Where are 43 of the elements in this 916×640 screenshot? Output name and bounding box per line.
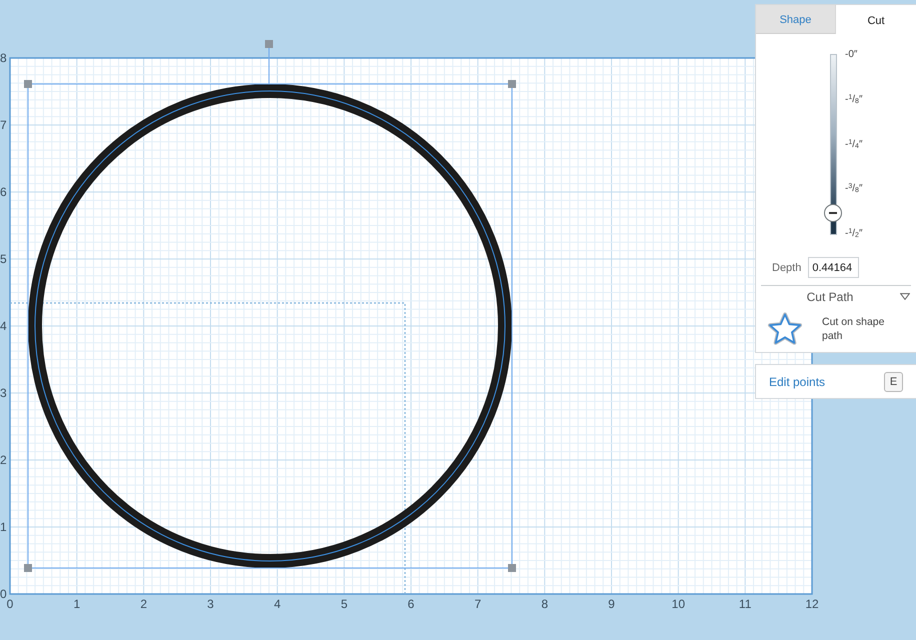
resize-handle[interactable] (508, 564, 516, 572)
star-icon (767, 312, 803, 346)
ruler-label: 5 (340, 597, 348, 611)
ruler-label: 0 (6, 597, 14, 611)
resize-handle[interactable] (24, 564, 32, 572)
ruler-label: 6 (408, 597, 414, 611)
depth-label: Depth (772, 262, 802, 274)
ruler-label: 3 (207, 597, 214, 611)
ruler-label: 7 (474, 597, 482, 611)
ruler-label: 7 (0, 118, 7, 132)
shortcut-key: E (884, 372, 903, 392)
resize-handle[interactable] (508, 80, 516, 88)
ruler-label: 1 (0, 520, 7, 534)
edit-points-link[interactable]: Edit points (769, 374, 826, 388)
cut-path-title: Cut Path (806, 290, 854, 306)
ruler-label: 5 (0, 252, 7, 266)
ruler-label: 4 (0, 319, 7, 333)
rotate-handle[interactable] (265, 40, 273, 84)
depth-scale-label: -$^{1}$/$_{4}$″ (845, 138, 862, 152)
ruler-label: 9 (608, 597, 615, 611)
resize-handle[interactable] (24, 80, 32, 88)
ruler-label: 8 (0, 51, 7, 65)
ruler-label: 1 (74, 597, 80, 611)
depth-scale-label: -$^{1}$/$_{2}$″ (845, 227, 862, 241)
slider-thumb[interactable] (824, 204, 842, 222)
ruler-label: 10 (672, 597, 686, 611)
depth-scale-label: -$^{1}$/$_{8}$″ (845, 92, 862, 107)
ruler-label: 6 (0, 185, 7, 199)
caret-down-icon[interactable] (900, 293, 910, 300)
depth-scale-label: -0″ (845, 48, 858, 62)
cut-path-option[interactable]: Cut on shape path (822, 315, 902, 343)
ruler-label: 3 (0, 386, 7, 400)
ruler-label: 0 (0, 587, 7, 601)
depth-input[interactable]: 0.44164 (808, 257, 860, 278)
ruler-label: 12 (805, 597, 819, 611)
depth-slider-track[interactable] (830, 54, 836, 235)
ruler-label: 11 (738, 597, 752, 611)
ruler-label: 2 (140, 597, 147, 611)
minus-icon (829, 212, 837, 214)
ruler-label: 4 (274, 597, 281, 611)
depth-scale-label: -$^{3}$/$_{8}$″ (845, 182, 862, 196)
ruler-label: 8 (541, 597, 548, 611)
ruler-label: 2 (0, 453, 7, 467)
